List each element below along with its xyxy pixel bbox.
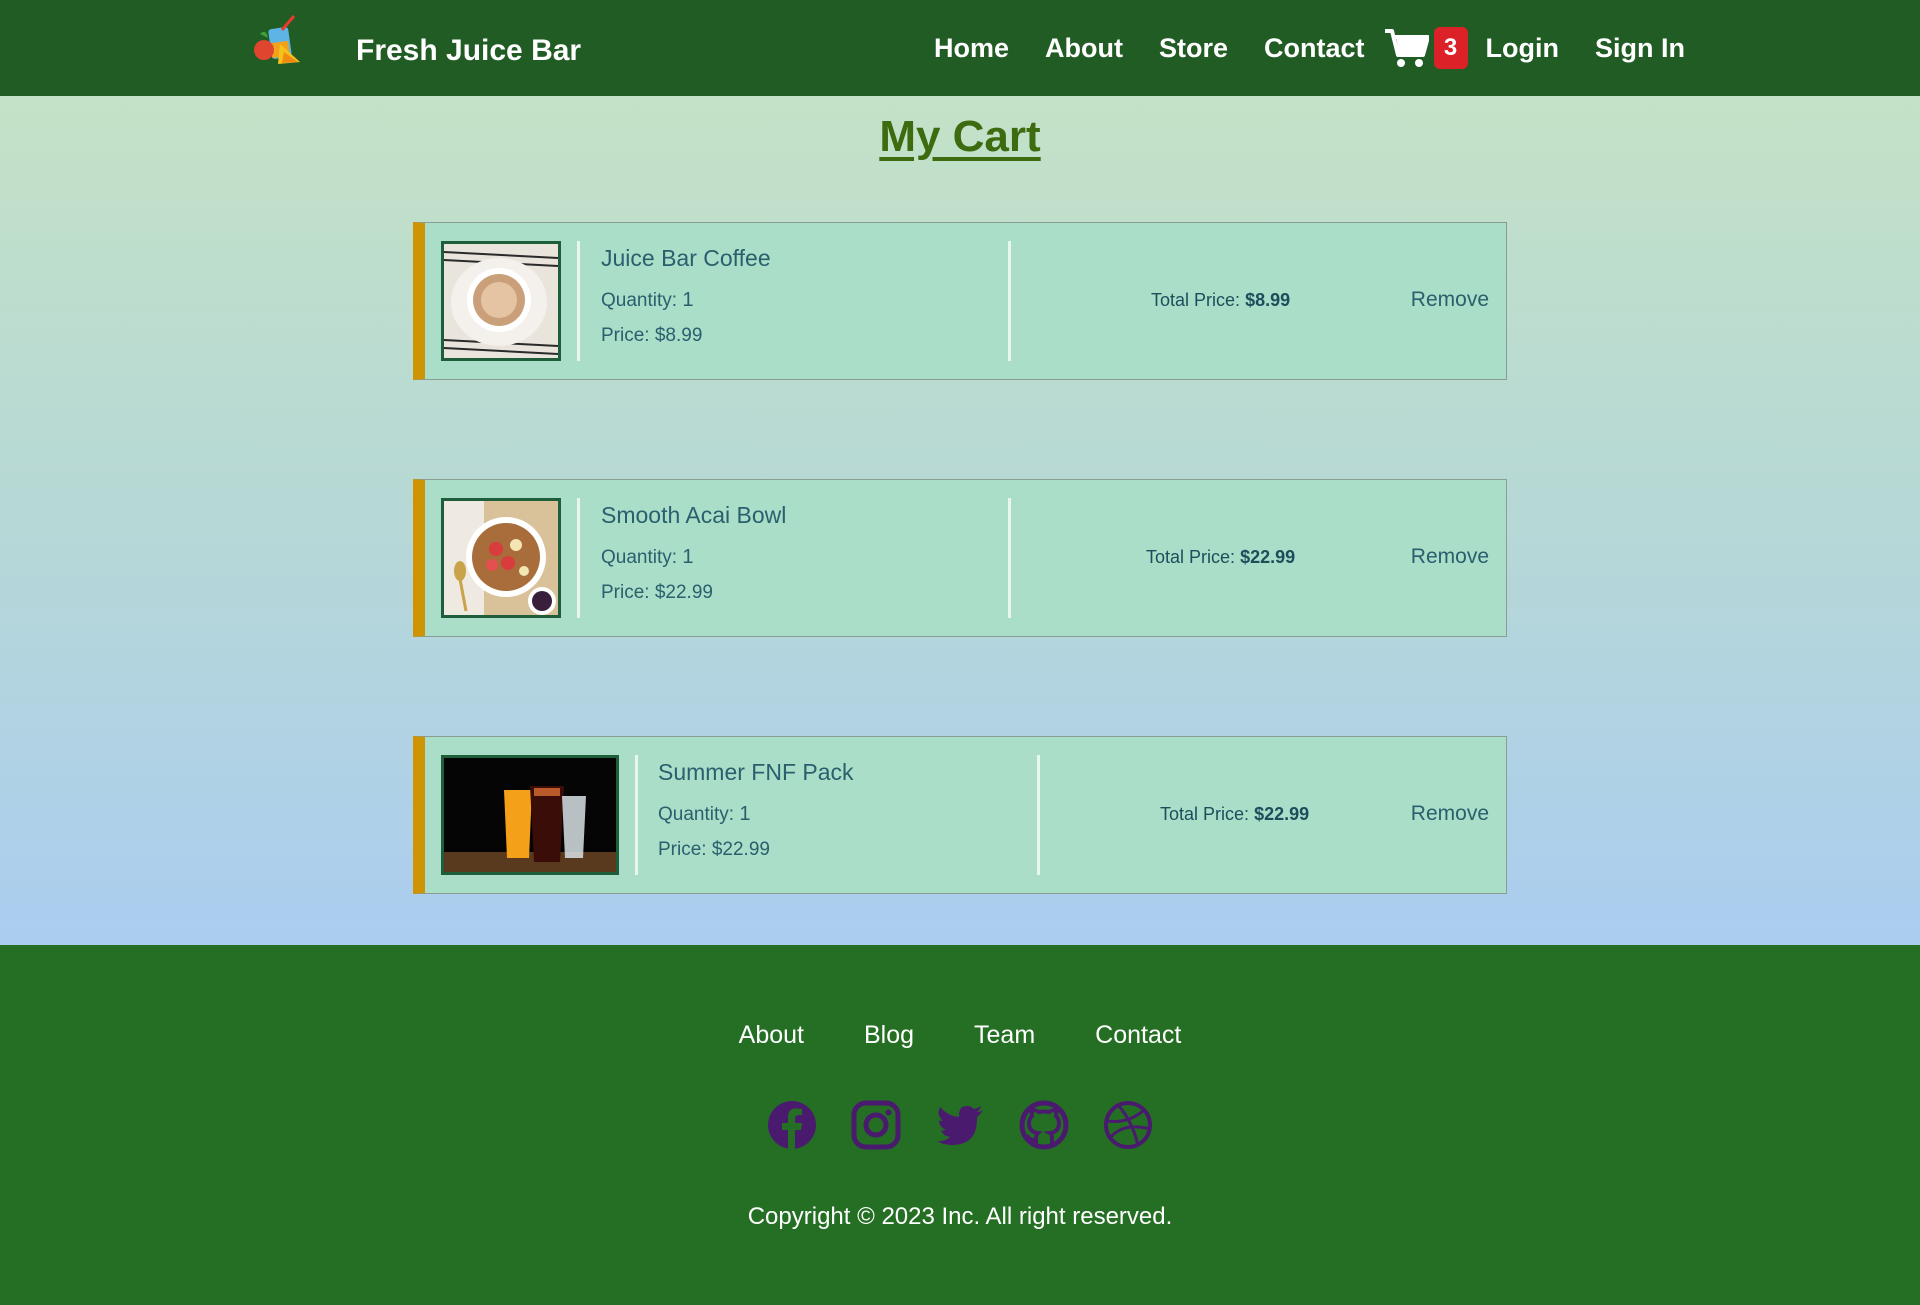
remove-button[interactable]: Remove [1411, 288, 1489, 312]
juice-logo-icon [254, 15, 300, 64]
item-price: Price: $22.99 [601, 582, 713, 603]
cart-item: Juice Bar Coffee Quantity: 1 Price: $8.9… [413, 222, 1507, 380]
total-label: Total Price: [1146, 547, 1236, 567]
divider [577, 498, 580, 618]
total-label: Total Price: [1151, 290, 1241, 310]
footer-links: About Blog Team Contact [0, 1021, 1920, 1050]
remove-button[interactable]: Remove [1411, 545, 1489, 569]
coffee-image [441, 241, 561, 361]
summer-pack-image [441, 755, 619, 875]
footer-team-link[interactable]: Team [974, 1021, 1035, 1050]
nav-store-link[interactable]: Store [1159, 33, 1228, 64]
nav-about-link[interactable]: About [1045, 33, 1123, 64]
item-price: Price: $22.99 [658, 839, 770, 860]
item-quantity: Quantity: 1 [601, 546, 693, 569]
item-quantity: Quantity: 1 [658, 803, 750, 826]
brand-name[interactable]: Fresh Juice Bar [356, 34, 581, 68]
cart-page: My Cart Juice Bar Coffee Quantity: 1 Pri… [0, 96, 1920, 945]
item-total: Total Price: $22.99 [1160, 804, 1309, 825]
footer-about-link[interactable]: About [739, 1021, 804, 1050]
cart-item: Smooth Acai Bowl Quantity: 1 Price: $22.… [413, 479, 1507, 637]
footer-blog-link[interactable]: Blog [864, 1021, 914, 1050]
item-price: Price: $8.99 [601, 325, 703, 346]
quantity-value: 1 [682, 289, 694, 311]
cart-button[interactable]: 3 [1384, 27, 1468, 69]
signin-link[interactable]: Sign In [1595, 33, 1685, 64]
login-link[interactable]: Login [1486, 33, 1559, 64]
nav-links: Home About Store Contact 3 Login Sign In [898, 0, 1685, 96]
acai-bowl-image [441, 498, 561, 618]
divider [1008, 498, 1011, 618]
item-quantity: Quantity: 1 [601, 289, 693, 312]
total-value: $8.99 [1245, 290, 1291, 310]
shopping-cart-icon [1384, 29, 1429, 67]
footer-contact-link[interactable]: Contact [1095, 1021, 1181, 1050]
page-title: My Cart [879, 112, 1041, 161]
dribbble-icon[interactable] [1103, 1100, 1153, 1150]
total-label: Total Price: [1160, 804, 1250, 824]
nav-contact-link[interactable]: Contact [1264, 33, 1365, 64]
item-name: Juice Bar Coffee [601, 245, 771, 271]
github-icon[interactable] [1019, 1100, 1069, 1150]
twitter-icon[interactable] [935, 1100, 985, 1150]
divider [577, 241, 580, 361]
cart-count-badge: 3 [1433, 27, 1468, 69]
nav-home-link[interactable]: Home [934, 33, 1009, 64]
remove-button[interactable]: Remove [1411, 802, 1489, 826]
quantity-value: 1 [682, 546, 694, 568]
navbar: Fresh Juice Bar Home About Store Contact… [0, 0, 1920, 96]
divider [1037, 755, 1040, 875]
total-value: $22.99 [1240, 547, 1296, 567]
divider [1008, 241, 1011, 361]
footer: About Blog Team Contact Copyright © 2023… [0, 945, 1920, 1305]
brand[interactable]: Fresh Juice Bar [250, 14, 581, 68]
cart-item: Summer FNF Pack Quantity: 1 Price: $22.9… [413, 736, 1507, 894]
item-total: Total Price: $8.99 [1151, 290, 1290, 311]
instagram-icon[interactable] [851, 1100, 901, 1150]
quantity-label: Quantity: [601, 290, 678, 311]
item-total: Total Price: $22.99 [1146, 547, 1295, 568]
quantity-value: 1 [739, 803, 751, 825]
item-name: Smooth Acai Bowl [601, 502, 787, 528]
social-links [0, 1100, 1920, 1150]
quantity-label: Quantity: [601, 547, 678, 568]
divider [635, 755, 638, 875]
quantity-label: Quantity: [658, 804, 735, 825]
facebook-icon[interactable] [767, 1100, 817, 1150]
copyright: Copyright © 2023 Inc. All right reserved… [747, 1203, 1173, 1230]
total-value: $22.99 [1254, 804, 1310, 824]
item-name: Summer FNF Pack [658, 759, 854, 785]
